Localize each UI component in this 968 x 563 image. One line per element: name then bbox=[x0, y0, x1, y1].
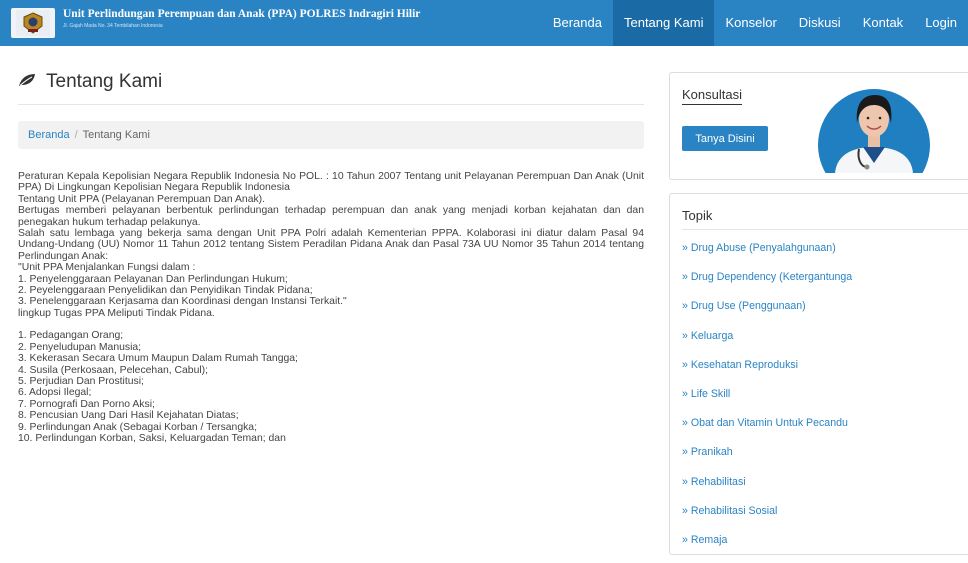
topik-link-obat-vitamin[interactable]: » Obat dan Vitamin Untuk Pecandu bbox=[682, 417, 852, 446]
nav-item-konselor[interactable]: Konselor bbox=[714, 0, 787, 46]
list-item: 3. Kekerasan Secara Umum Maupun Dalam Ru… bbox=[18, 353, 298, 365]
nav-item-login[interactable]: Login bbox=[914, 0, 968, 46]
breadcrumb-current: Tentang Kami bbox=[82, 129, 150, 141]
topik-link-life-skill[interactable]: » Life Skill bbox=[682, 388, 852, 417]
divider bbox=[682, 229, 968, 230]
topik-link-keluarga[interactable]: » Keluarga bbox=[682, 330, 852, 359]
unit-description: Bertugas memberi pelayanan berbentuk per… bbox=[18, 205, 644, 228]
leaf-icon bbox=[18, 73, 36, 92]
list-item: 3. Penelenggaraan Kerjasama dan Koordina… bbox=[18, 296, 347, 308]
konsultasi-title: Konsultasi bbox=[682, 87, 742, 105]
brand[interactable]: Unit Perlindungan Perempuan dan Anak (PP… bbox=[11, 8, 420, 38]
breadcrumb: Beranda / Tentang Kami bbox=[18, 121, 644, 149]
police-emblem-logo bbox=[11, 8, 55, 38]
page-title: Tentang Kami bbox=[46, 71, 163, 92]
doctor-avatar bbox=[815, 83, 933, 173]
breadcrumb-separator: / bbox=[74, 129, 78, 141]
list-item: 2. Penyeludupan Manusia; bbox=[18, 341, 142, 353]
collaboration-paragraph: Salah satu lembaga yang bekerja sama den… bbox=[18, 228, 644, 262]
list-item: 9. Perlindungan Anak (Sebagai Korban / T… bbox=[18, 421, 257, 433]
list-item: 4. Susila (Perkosaan, Pelecehan, Cabul); bbox=[18, 364, 209, 376]
nav-item-diskusi[interactable]: Diskusi bbox=[788, 0, 852, 46]
intro-paragraph: Peraturan Kepala Kepolisian Negara Repub… bbox=[18, 171, 644, 194]
page-header: Tentang Kami bbox=[18, 60, 644, 105]
topik-link-remaja[interactable]: » Remaja bbox=[682, 534, 852, 563]
tasks-list: 1. Pedagangan Orang; 2. Penyeludupan Man… bbox=[18, 330, 644, 444]
article-body: Peraturan Kepala Kepolisian Negara Repub… bbox=[18, 171, 644, 444]
tanya-disini-button[interactable]: Tanya Disini bbox=[682, 126, 768, 151]
topik-title: Topik bbox=[682, 208, 713, 223]
top-navbar: Unit Perlindungan Perempuan dan Anak (PP… bbox=[0, 0, 968, 46]
topik-link-drug-use[interactable]: » Drug Use (Penggunaan) bbox=[682, 300, 852, 329]
main-content: Tentang Kami Beranda / Tentang Kami Peratu… bbox=[18, 60, 644, 444]
list-item: 8. Pencusian Uang Dari Hasil Kejahatan D… bbox=[18, 410, 239, 422]
konsultasi-panel: Konsultasi Tanya Disini bbox=[669, 72, 968, 180]
breadcrumb-home-link[interactable]: Beranda bbox=[28, 129, 70, 141]
list-item: 1. Pedagangan Orang; bbox=[18, 330, 124, 342]
topik-link-drug-abuse[interactable]: » Drug Abuse (Penyalahgunaan) bbox=[682, 242, 852, 271]
topik-panel: Topik » Drug Abuse (Penyalahgunaan) » Dr… bbox=[669, 193, 968, 555]
main-nav: Beranda Tentang Kami Konselor Diskusi Ko… bbox=[542, 0, 968, 46]
list-item: 5. Perjudian Dan Prostitusi; bbox=[18, 375, 144, 387]
brand-subtitle: Jl. Gajah Mada No. 34 Tembilahan Indones… bbox=[63, 23, 163, 29]
functions-heading: "Unit PPA Menjalankan Fungsi dalam : bbox=[18, 262, 196, 274]
nav-item-tentang-kami[interactable]: Tentang Kami bbox=[612, 0, 715, 46]
topik-link-rehabilitasi-sosial[interactable]: » Rehabilitasi Sosial bbox=[682, 505, 852, 534]
topik-list: » Drug Abuse (Penyalahgunaan) » Drug Dep… bbox=[682, 242, 852, 563]
topik-link-rehabilitasi[interactable]: » Rehabilitasi bbox=[682, 476, 852, 505]
scope-heading: lingkup Tugas PPA Meliputi Tindak Pidana… bbox=[18, 307, 215, 319]
functions-list: 1. Penyelenggaraan Pelayanan Dan Perlind… bbox=[18, 274, 644, 308]
topik-link-drug-dependency[interactable]: » Drug Dependency (Ketergantunga bbox=[682, 271, 852, 300]
nav-item-kontak[interactable]: Kontak bbox=[852, 0, 914, 46]
topik-link-kesehatan-reproduksi[interactable]: » Kesehatan Reproduksi bbox=[682, 359, 852, 388]
unit-title: Tentang Unit PPA (Pelayanan Perempuan Da… bbox=[18, 193, 266, 205]
list-item: 2. Peyelenggaraan Penyelidikan dan Penyi… bbox=[18, 285, 313, 297]
list-item: 7. Pornografi Dan Porno Aksi; bbox=[18, 398, 155, 410]
list-item: 10. Perlindungan Korban, Saksi, Keluarga… bbox=[18, 432, 286, 444]
brand-title: Unit Perlindungan Perempuan dan Anak (PP… bbox=[63, 8, 421, 20]
list-item: 1. Penyelenggaraan Pelayanan Dan Perlind… bbox=[18, 273, 288, 285]
list-item: 6. Adopsi Ilegal; bbox=[18, 387, 92, 399]
nav-item-beranda[interactable]: Beranda bbox=[542, 0, 613, 46]
topik-link-pranikah[interactable]: » Pranikah bbox=[682, 446, 852, 475]
